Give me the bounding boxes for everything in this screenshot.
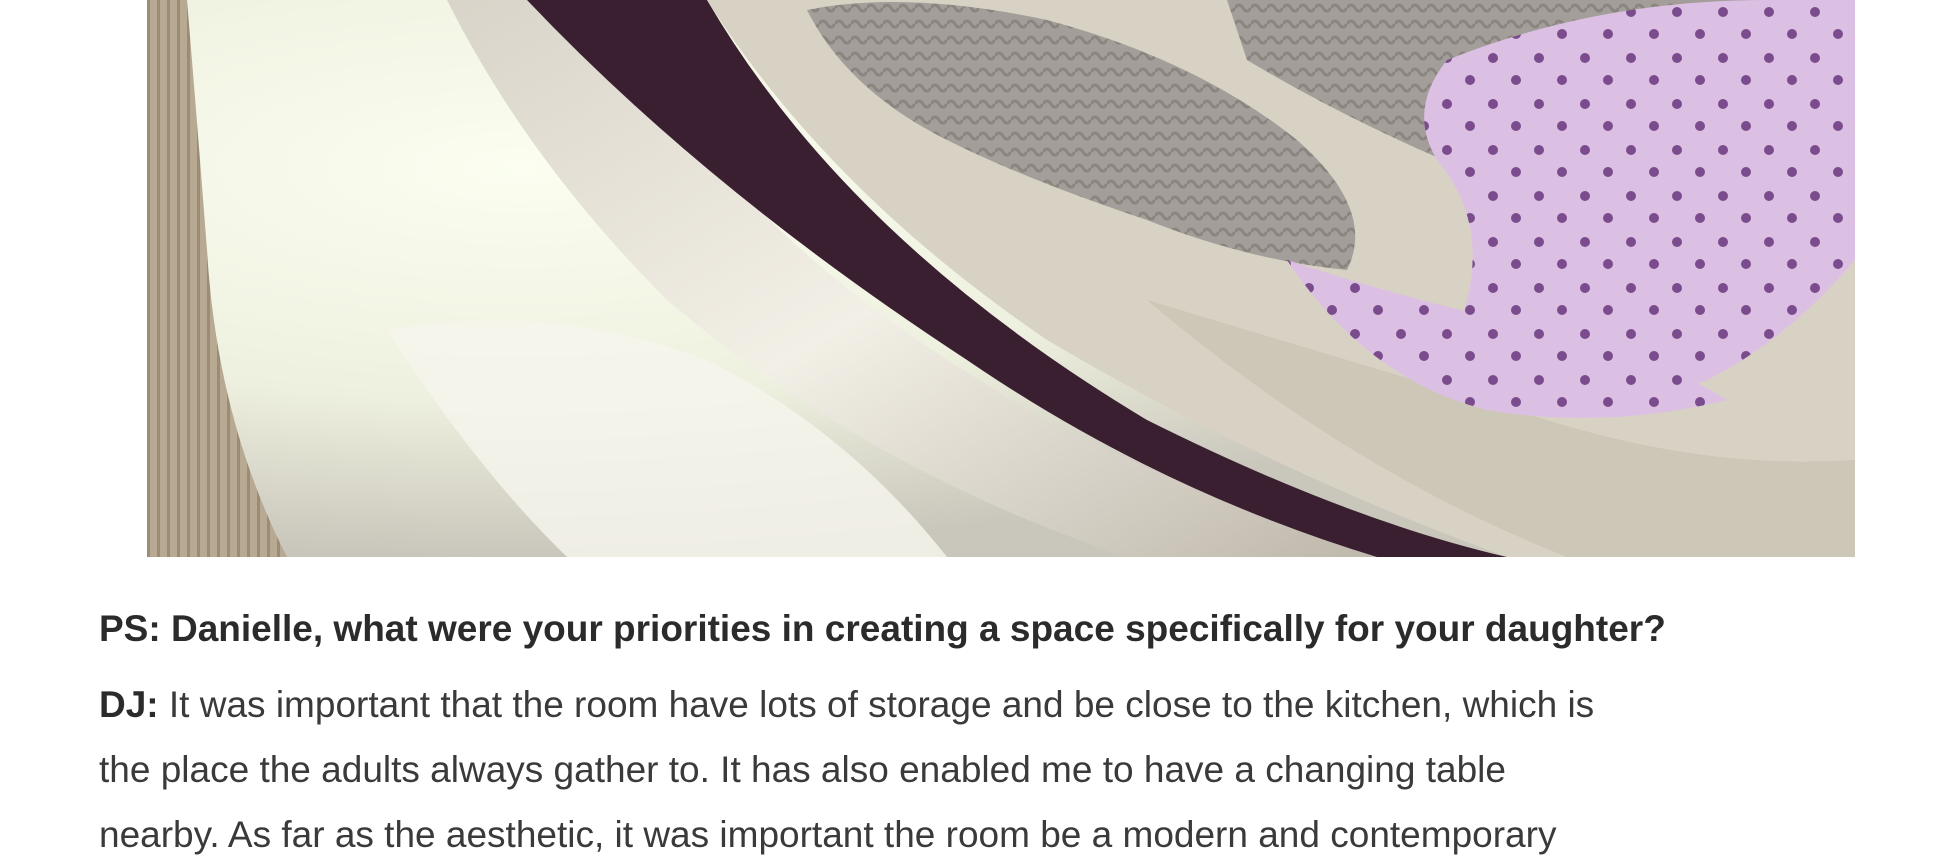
bassinet-blanket-image — [147, 0, 1855, 557]
interview-answer: DJ: It was important that the room have … — [99, 672, 1879, 867]
interview-question: PS: Danielle, what were your priorities … — [99, 600, 1899, 658]
answer-text-line: the place the adults always gather to. I… — [99, 749, 1506, 790]
question-text: Danielle, what were your priorities in c… — [170, 608, 1666, 649]
answer-text-line: nearby. As far as the aesthetic, it was … — [99, 814, 1557, 855]
answer-line-1: DJ: It was important that the room have … — [99, 672, 1879, 737]
article-body: PS: Danielle, what were your priorities … — [99, 600, 1899, 867]
article-photo — [147, 0, 1855, 557]
answer-speaker: DJ: — [99, 684, 159, 725]
answer-text-line: It was important that the room have lots… — [168, 684, 1595, 725]
question-speaker: PS: — [99, 608, 161, 649]
